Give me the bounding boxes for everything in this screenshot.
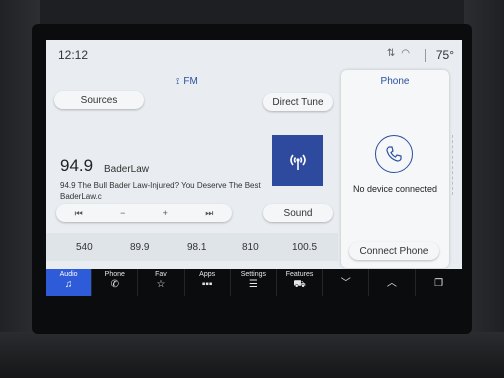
radio-text: 94.9 The Bull Bader Law-Injured? You Des… xyxy=(60,181,261,201)
preset-4[interactable]: 810 xyxy=(242,242,259,253)
sources-button-label: Sources xyxy=(80,94,118,106)
phone-panel[interactable]: Phone No device connected Connect Phone xyxy=(341,70,449,268)
nav-audio-label: Audio xyxy=(59,271,78,278)
phone-icon xyxy=(375,135,413,173)
source-label: ⟟ FM xyxy=(176,76,198,87)
broadcast-icon xyxy=(289,154,306,170)
clock: 12:12 xyxy=(58,48,89,62)
nav-phone-label: Phone xyxy=(104,271,125,278)
outside-temperature: 75° xyxy=(435,48,454,62)
preset-3[interactable]: 98.1 xyxy=(187,242,206,253)
chevron-up-icon: ︿ xyxy=(386,278,397,289)
wifi-icon: ◠ xyxy=(401,48,416,59)
nav-features[interactable]: Features ⛟ xyxy=(277,269,324,296)
chevron-down-icon: ﹀ xyxy=(340,278,351,289)
preset-1[interactable]: 540 xyxy=(76,242,93,253)
album-art xyxy=(272,135,323,186)
seek-back-button[interactable]: ⏮ xyxy=(75,208,83,219)
preset-2[interactable]: 89.9 xyxy=(130,242,149,253)
connect-phone-label: Connect Phone xyxy=(359,245,429,257)
nav-chevron-down[interactable]: ﹀ xyxy=(323,269,370,296)
phone-status: No device connected xyxy=(352,184,438,194)
music-note-icon: ♫ xyxy=(64,279,73,290)
transport-controls: ⏮ − + ⏭ xyxy=(56,204,232,222)
nav-audio[interactable]: Audio ♫ xyxy=(46,269,93,296)
sound-button-label: Sound xyxy=(283,207,313,219)
settings-sliders-icon: ☰ xyxy=(248,279,258,290)
nav-apps-label: Apps xyxy=(199,271,216,278)
handset-icon xyxy=(386,146,402,162)
infotainment-screen: 12:12 ⇅◠ 75° ⟟ FM Sources Direct Tune 94.… xyxy=(46,40,462,296)
audio-panel: ⟟ FM Sources Direct Tune 94.9 BaderLaw 94… xyxy=(46,70,338,272)
seek-forward-button[interactable]: ⏭ xyxy=(205,208,213,219)
source-name: FM xyxy=(183,76,198,87)
preset-bar: 540 89.9 98.1 810 100.5 xyxy=(46,233,338,261)
nav-phone[interactable]: Phone ✆ xyxy=(92,269,139,296)
signal-icon: ⇅ xyxy=(386,48,402,59)
nav-apps[interactable]: Apps ▪▪▪ xyxy=(185,269,231,296)
status-divider xyxy=(425,49,426,62)
sound-button[interactable]: Sound xyxy=(263,204,333,222)
nav-chevron-up[interactable]: ︿ xyxy=(369,269,416,296)
phone-title: Phone xyxy=(380,76,410,87)
tune-up-button[interactable]: + xyxy=(163,208,168,218)
nav-settings[interactable]: Settings ☰ xyxy=(231,269,277,296)
radio-antenna-icon: ⟟ xyxy=(176,76,180,86)
nav-fav[interactable]: Fav ☆ xyxy=(138,269,185,296)
car-icon: ⛟ xyxy=(293,279,306,290)
copy-icon: ❐ xyxy=(434,278,444,289)
star-icon: ☆ xyxy=(156,279,166,290)
tune-down-button[interactable]: − xyxy=(120,208,125,218)
preset-5[interactable]: 100.5 xyxy=(292,242,317,253)
direct-tune-button[interactable]: Direct Tune xyxy=(263,93,333,111)
station-name: BaderLaw xyxy=(104,164,150,175)
nav-settings-label: Settings xyxy=(240,271,266,278)
scroll-indicator[interactable] xyxy=(452,135,457,195)
status-icons: ⇅◠ xyxy=(387,48,416,59)
direct-tune-label: Direct Tune xyxy=(272,96,324,108)
station-frequency: 94.9 xyxy=(60,156,94,175)
apps-grid-icon: ▪▪▪ xyxy=(201,279,213,290)
nav-fav-label: Fav xyxy=(155,271,167,278)
bottom-nav-bar: Audio ♫ Phone ✆ Fav ☆ Apps ▪▪▪ Settings ☰ Fea… xyxy=(46,269,462,296)
connect-phone-button[interactable]: Connect Phone xyxy=(349,242,439,260)
phone-icon: ✆ xyxy=(110,279,119,290)
sources-button[interactable]: Sources xyxy=(54,91,144,109)
status-bar: 12:12 ⇅◠ 75° xyxy=(46,40,462,70)
nav-copy[interactable]: ❐ xyxy=(416,269,462,296)
dashboard-trim xyxy=(0,332,504,378)
nav-features-label: Features xyxy=(285,271,314,278)
